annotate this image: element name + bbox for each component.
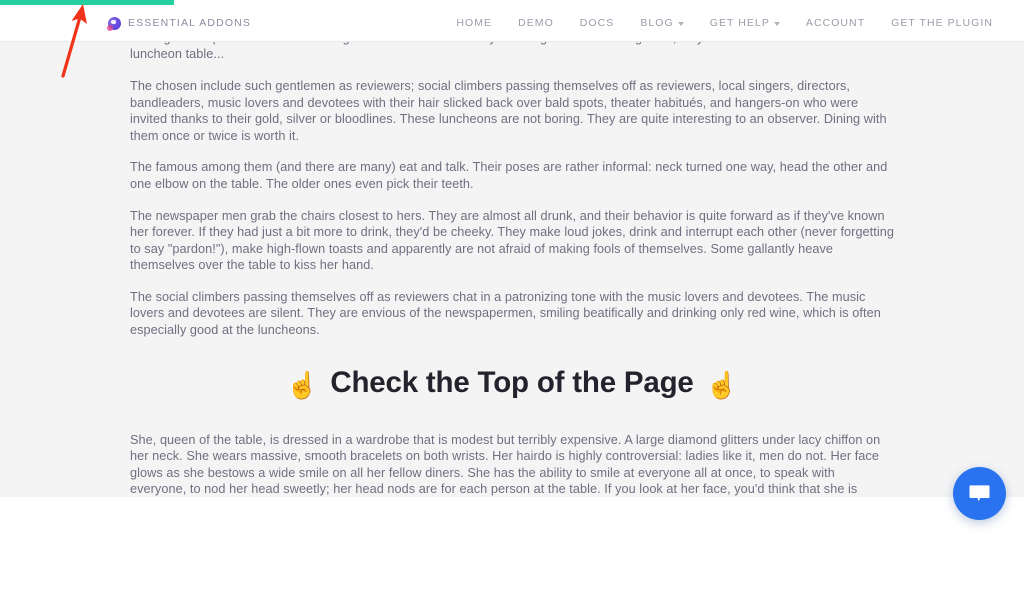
paragraph: The newspaper men grab the chairs closes… [130, 208, 894, 272]
nav-item-get-the-plugin[interactable]: GET THE PLUGIN [878, 17, 1006, 29]
nav-item-account-label: ACCOUNT [805, 17, 866, 29]
nav-item-demo-label: DEMO [518, 17, 554, 29]
paragraph: She, queen of the table, is dressed in a… [130, 432, 881, 497]
site-brand[interactable]: ESSENTIAL ADDONS [107, 16, 252, 31]
article-body: leaving one capital for another. Getting… [130, 42, 894, 497]
reading-progress-bar [0, 0, 1024, 5]
nav-item-get-the-plugin-label: GET THE PLUGIN [891, 17, 993, 29]
nav-item-home-label: HOME [456, 17, 493, 29]
paragraph: The social climbers passing themselves o… [130, 289, 881, 337]
paragraph: The chosen include such gentlemen as rev… [130, 79, 887, 143]
reading-progress-fill [0, 0, 175, 5]
nav-item-blog[interactable]: BLOG [627, 17, 696, 29]
nav-item-get-help[interactable]: GET HELP [697, 17, 793, 29]
article-content: leaving one capital for another. Getting… [0, 42, 1024, 497]
paragraph: leaving one capital for another. Getting… [130, 42, 875, 62]
main-navigation: HOME DEMO DOCS BLOG GET HELP ACCOUNT GET… [443, 17, 1006, 29]
nav-item-account[interactable]: ACCOUNT [793, 17, 878, 29]
chevron-down-icon [773, 22, 780, 26]
nav-item-get-help-label: GET HELP [709, 17, 770, 29]
chevron-down-icon [677, 22, 684, 26]
nav-item-demo[interactable]: DEMO [505, 17, 567, 29]
paragraph: The famous among them (and there are man… [130, 160, 888, 191]
essential-addons-logo-icon [107, 16, 121, 31]
site-brand-label: ESSENTIAL ADDONS [128, 17, 252, 29]
page-title: ☝ Check the Top of the Page ☝ [130, 365, 894, 402]
nav-item-home[interactable]: HOME [443, 17, 505, 29]
page-root: ESSENTIAL ADDONS HOME DEMO DOCS BLOG GET… [0, 0, 1024, 610]
article-scroll-viewport[interactable]: leaving one capital for another. Getting… [0, 42, 1024, 497]
nav-item-docs-label: DOCS [579, 17, 615, 29]
chat-launcher-button[interactable] [953, 467, 1006, 520]
pointing-hand-icon: ☝ [286, 369, 319, 400]
nav-item-blog-label: BLOG [640, 17, 674, 29]
pointing-hand-icon: ☝ [705, 369, 738, 400]
page-title-text: Check the Top of the Page [330, 366, 694, 400]
nav-item-docs[interactable]: DOCS [567, 17, 628, 29]
page-footer-space [0, 497, 1024, 610]
site-header: ESSENTIAL ADDONS HOME DEMO DOCS BLOG GET… [0, 5, 1024, 42]
chat-bubble-icon [969, 485, 990, 502]
